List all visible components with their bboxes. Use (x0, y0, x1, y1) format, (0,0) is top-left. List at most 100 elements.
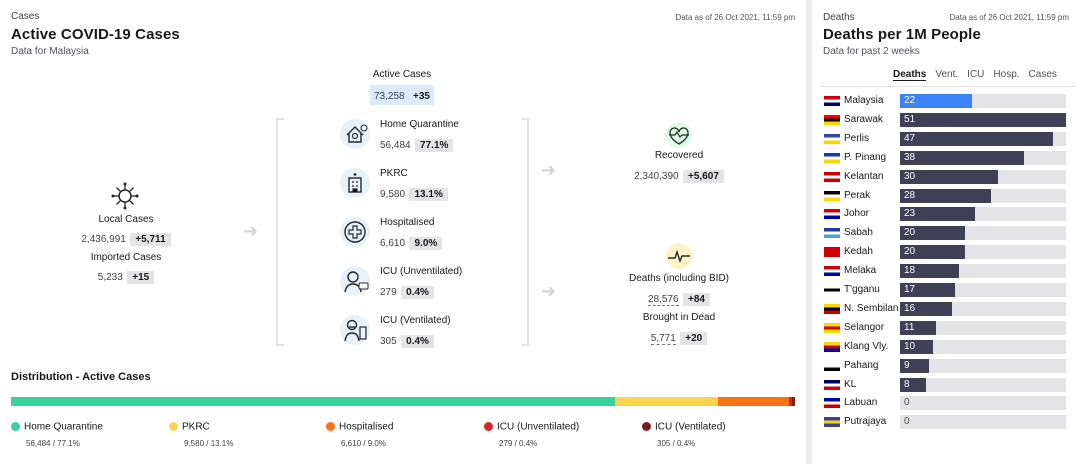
active-cases-value: 73,258 (373, 91, 405, 102)
bid-change: +20 (680, 332, 708, 345)
bar-value-label: 18 (904, 265, 916, 277)
tab-cases[interactable]: Cases (1029, 69, 1057, 81)
state-row: Perak 28 (824, 188, 1076, 203)
legend-sub: 279 / 0.4% (499, 439, 538, 448)
bar-track: 11 (900, 320, 1066, 335)
bar (900, 131, 1053, 146)
arrow-right-icon: ➜ (243, 221, 259, 241)
legend-pkrc: PKRC 9,580 / 13.1% (169, 418, 233, 448)
legend-dot (11, 422, 20, 432)
flag-icon (824, 133, 840, 144)
active-cases-label: Active Cases (372, 69, 432, 80)
distribution-segment-1 (615, 397, 719, 406)
tab-icu[interactable]: ICU (967, 69, 984, 81)
home-quarantine-icon (340, 119, 370, 149)
local-cases-change: +5,711 (130, 233, 171, 246)
breakdown-value: 279 (380, 287, 397, 298)
bar-value-label: 28 (904, 189, 916, 201)
bar-track: 23 (900, 207, 1066, 222)
bar-track: 16 (900, 301, 1066, 316)
bar-value-label: 0 (904, 416, 910, 428)
card-subtitle: Data for past 2 weeks (823, 46, 920, 57)
state-name: Klang Vly. (844, 340, 889, 352)
legend-hospitalised: Hospitalised 6,610 / 9.0% (326, 418, 393, 448)
state-row: Labuan 0 (824, 396, 1076, 411)
flag-icon (824, 96, 840, 106)
state-row: KL 8 (824, 377, 1076, 392)
distribution-segment-4 (791, 397, 795, 406)
state-row: Melaka 18 (824, 264, 1076, 279)
breakdown-pct: 0.4% (401, 286, 434, 299)
bar-track: 10 (900, 339, 1066, 354)
card-title: Deaths per 1M People (823, 26, 981, 43)
bar (900, 112, 1066, 127)
state-name: Pahang (844, 359, 879, 371)
bar-track: 28 (900, 188, 1066, 203)
breakdown-label: PKRC (380, 168, 408, 179)
distribution-bar (11, 397, 795, 406)
bar-value-label: 38 (904, 151, 916, 163)
state-row: P. Pinang 38 (824, 150, 1076, 165)
flag-icon (824, 171, 840, 182)
bracket-left (276, 118, 284, 346)
bar-value-label: 17 (904, 284, 916, 295)
virus-icon (110, 181, 140, 211)
deaths: Deaths (including BID) 28,576 +84 (609, 273, 749, 307)
bar-track: 9 (900, 358, 1066, 373)
breakdown-pct: 13.1% (409, 188, 448, 201)
bracket-right (521, 118, 529, 346)
state-name: P. Pinang (844, 151, 887, 163)
breakdown-pct: 0.4% (401, 335, 434, 348)
breakdown-value: 305 (380, 336, 397, 347)
flag-icon (824, 341, 840, 352)
pulse-line-icon (664, 241, 694, 271)
local-cases: Local Cases 2,436,991 +5,711 (62, 214, 190, 247)
tab-ventilated[interactable]: Vent. (935, 69, 958, 81)
heartbeat-icon (664, 120, 694, 150)
flag-icon (824, 266, 840, 277)
as-of-date: Data as of 26 Oct 2021, 11:59 pm (949, 13, 1069, 22)
state-name: KL (844, 378, 857, 390)
bar-value-label: 11 (904, 321, 915, 333)
legend-dot (326, 422, 335, 432)
flag-icon (824, 114, 840, 125)
state-name: Selangor (844, 321, 885, 333)
card-subtitle: Data for Malaysia (11, 46, 89, 57)
bid-value: 5,771 (650, 333, 676, 345)
recovered: Recovered 2,340,390 +5,607 (609, 150, 749, 184)
deaths-per-million-card: Deaths Data as of 26 Oct 2021, 11:59 pm … (812, 0, 1080, 464)
state-row: Kedah 20 (824, 245, 1076, 260)
state-row: Kelantan 30 (824, 169, 1076, 184)
bar (900, 150, 1024, 165)
tab-deaths[interactable]: Deaths (893, 69, 927, 81)
state-name: Kedah (844, 246, 873, 258)
state-row: T'gganu 17 (824, 283, 1076, 297)
arrow-right-icon: ➜ (541, 160, 557, 180)
bar-value-label: 8 (904, 378, 910, 390)
breakdown-label: Home Quarantine (380, 119, 459, 130)
bar-track: 38 (900, 150, 1066, 165)
legend-name: ICU (Ventilated) (655, 421, 726, 433)
state-name: Sabah (844, 227, 873, 239)
flag-icon (824, 285, 840, 295)
bar-track: 0 (900, 415, 1066, 430)
as-of-date: Data as of 26 Oct 2021, 11:59 pm (675, 13, 795, 22)
bar-track: 47 (900, 131, 1066, 146)
flag-icon (824, 247, 840, 258)
legend-name: Hospitalised (339, 421, 394, 433)
local-cases-label: Local Cases (98, 214, 154, 225)
state-row: Malaysia 22 (824, 94, 1076, 108)
legend-sub: 6,610 / 9.0% (341, 439, 386, 448)
state-name: Perlis (844, 132, 870, 144)
state-row: N. Sembilan 16 (824, 301, 1076, 316)
legend-dot (642, 422, 651, 432)
deaths-value: 28,576 (647, 294, 679, 306)
tab-hospitalised[interactable]: Hosp. (993, 69, 1019, 81)
metric-tabs: Deaths Vent. ICU Hosp. Cases (893, 69, 1057, 81)
bar-value-label: 16 (904, 302, 916, 314)
flag-icon (824, 209, 840, 220)
imported-cases: Imported Cases 5,233 +15 (62, 252, 190, 285)
bar-track: 51 (900, 112, 1066, 127)
breakdown-value: 56,484 (380, 140, 411, 151)
state-row: Pahang 9 (824, 358, 1076, 373)
